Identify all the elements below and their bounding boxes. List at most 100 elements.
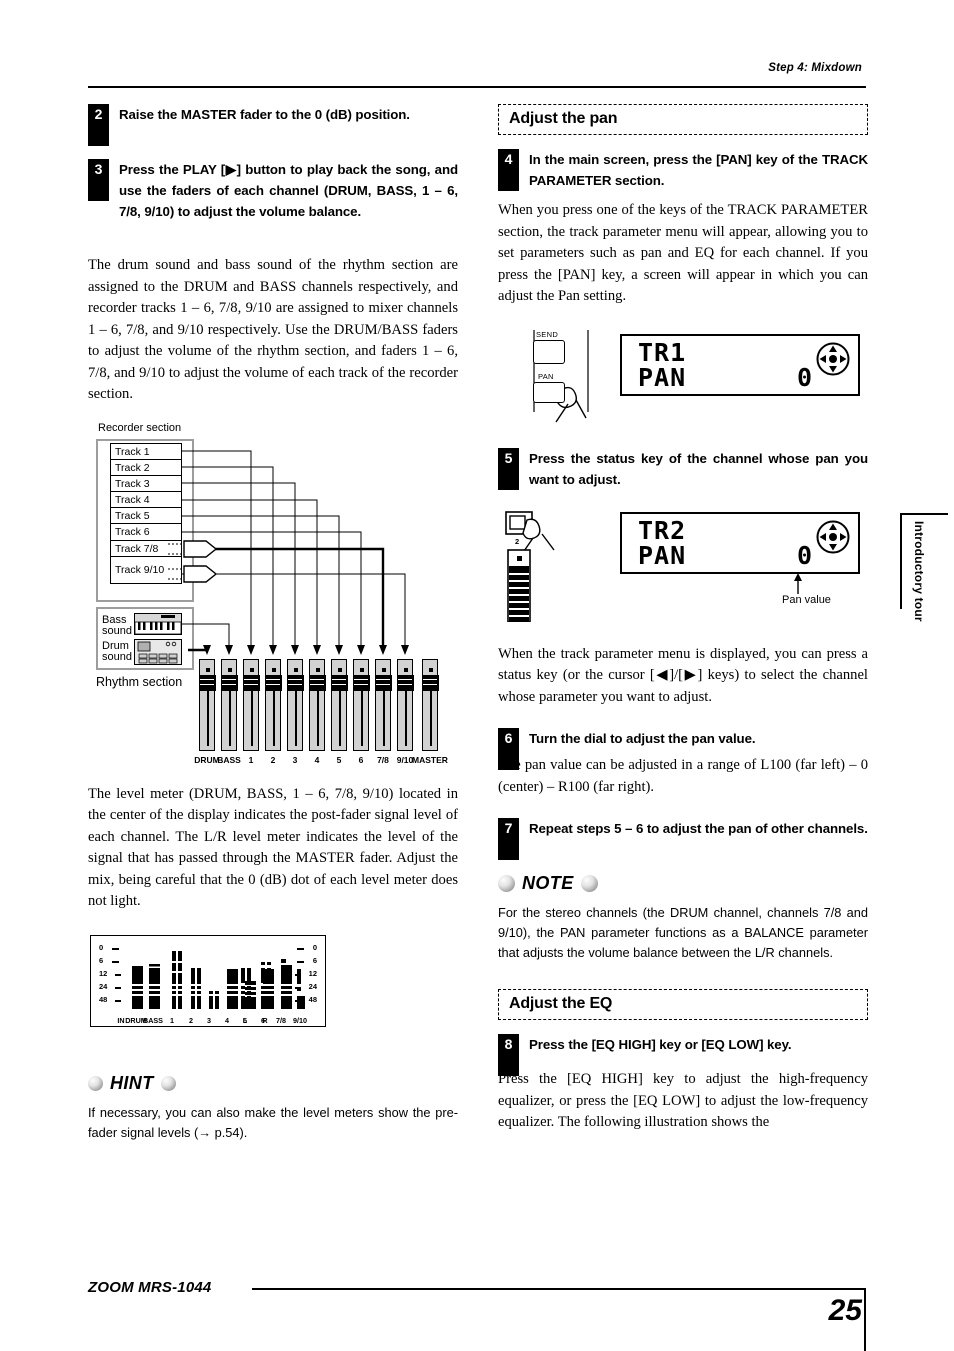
step-6-number: 6 bbox=[498, 728, 519, 770]
step-3: 3 Press the PLAY [▶] button to play back… bbox=[88, 159, 458, 222]
manual-page: Step 4: Mixdown 2 Raise the MASTER fader… bbox=[0, 0, 954, 1351]
left-column: 2 Raise the MASTER fader to the 0 (dB) p… bbox=[88, 104, 458, 1143]
pan-value-callout-label: Pan value bbox=[782, 593, 831, 606]
hint-badge: HINT bbox=[88, 1073, 458, 1094]
step-8-text: Press the [EQ HIGH] key or [EQ LOW] key. bbox=[529, 1037, 792, 1052]
side-tab-top-rule bbox=[900, 513, 948, 515]
footer-rule bbox=[252, 1288, 866, 1291]
step-4: 4 In the main screen, press the [PAN] ke… bbox=[498, 149, 868, 191]
note-ball-left-icon bbox=[498, 875, 515, 892]
pan-screen-illustration-2: 2 TR2 PAN 0 Pan value bbox=[498, 506, 868, 624]
step-7: 7 Repeat steps 5 – 6 to adjust the pan o… bbox=[498, 818, 868, 860]
meter-channel-label: 2 bbox=[189, 1015, 193, 1025]
keyboard-icon bbox=[134, 612, 182, 635]
hint-ball-left-icon bbox=[88, 1075, 103, 1091]
right-paragraph-3: The pan value can be adjusted in a range… bbox=[498, 757, 868, 795]
lcd-pan-value: 0 bbox=[796, 540, 812, 570]
step-6-text: Turn the dial to adjust the pan value. bbox=[529, 731, 756, 746]
step-3-text: Press the PLAY [▶] button to play back t… bbox=[119, 162, 458, 219]
step-7-number: 7 bbox=[498, 818, 519, 860]
lcd-screen-tr1: TR1 PAN 0 bbox=[620, 333, 860, 396]
side-tab-rule bbox=[900, 513, 902, 609]
pan-key-label: PAN bbox=[538, 371, 554, 381]
fader-drum[interactable] bbox=[199, 658, 216, 751]
meter-channel-label: 9/10 bbox=[293, 1015, 307, 1025]
hint-ball-right-icon bbox=[160, 1075, 176, 1091]
step-7-text: Repeat steps 5 – 6 to adjust the pan of … bbox=[529, 821, 868, 836]
note-badge: NOTE bbox=[498, 873, 868, 894]
section-adjust-the-eq: Adjust the EQ bbox=[498, 989, 868, 1020]
lcd-screen-tr2: TR2 PAN 0 bbox=[620, 511, 860, 574]
lcd-line1: TR1 bbox=[638, 337, 687, 367]
fader-2[interactable] bbox=[265, 658, 282, 751]
note-ball-right-icon bbox=[580, 875, 598, 892]
meter-channel-label: L bbox=[242, 1015, 248, 1025]
bass-sound-label: Bass sound bbox=[102, 613, 132, 637]
note-text: For the stereo channels (the DRUM channe… bbox=[498, 905, 868, 960]
signal-flow-diagram: Recorder section Track 1 Track 2 Track 3… bbox=[88, 422, 458, 782]
drum-machine-icon bbox=[134, 638, 182, 665]
status-key-channel-number: 2 bbox=[515, 536, 520, 546]
hint-text: If necessary, you can also make the leve… bbox=[88, 1104, 458, 1140]
send-key-label: SEND bbox=[536, 329, 559, 339]
lcd-line2: PAN bbox=[638, 362, 687, 392]
meter-channel-label: 4 bbox=[225, 1015, 229, 1025]
step-2: 2 Raise the MASTER fader to the 0 (dB) p… bbox=[88, 104, 458, 146]
step-2-text: Raise the MASTER fader to the 0 (dB) pos… bbox=[119, 107, 410, 122]
meter-channel-label: 3 bbox=[207, 1015, 211, 1025]
step-5-text: Press the status key of the channel whos… bbox=[529, 450, 868, 487]
cursor-pad-icon bbox=[816, 520, 850, 553]
right-paragraph-4: Press the [EQ HIGH] key to adjust the hi… bbox=[498, 1071, 868, 1130]
step-8-number: 8 bbox=[498, 1034, 519, 1076]
meter-channel-label: 7/8 bbox=[276, 1015, 286, 1025]
footer-brand: ZOOM MRS-1044 bbox=[88, 1279, 212, 1296]
step-5-number: 5 bbox=[498, 447, 519, 490]
section-adjust-the-pan: Adjust the pan bbox=[498, 104, 868, 135]
note-label: NOTE bbox=[522, 873, 574, 893]
step-4-text: In the main screen, press the [PAN] key … bbox=[529, 152, 868, 188]
step-8: 8 Press the [EQ HIGH] key or [EQ LOW] ke… bbox=[498, 1034, 868, 1076]
meter-channel-label: 1 bbox=[170, 1015, 174, 1025]
fader-7-8[interactable] bbox=[375, 658, 392, 751]
pan-value-callout-arrow bbox=[794, 572, 802, 594]
pan-key[interactable] bbox=[533, 381, 565, 403]
fader-1[interactable] bbox=[243, 658, 260, 751]
drum-sound-label: Drum sound bbox=[102, 639, 132, 663]
right-paragraph-1: When you press one of the keys of the TR… bbox=[498, 202, 868, 304]
running-head: Step 4: Mixdown bbox=[768, 62, 862, 74]
fader-master[interactable] bbox=[422, 658, 439, 751]
meter-bars-lr bbox=[97, 941, 321, 1025]
step-5: 5 Press the status key of the channel wh… bbox=[498, 447, 868, 490]
header-rule bbox=[88, 86, 866, 88]
pan-screen-illustration-1: SEND PAN TR1 PAN 0 bbox=[498, 328, 868, 432]
section-title: Adjust the EQ bbox=[509, 995, 613, 1012]
meter-channel-label: BASS bbox=[143, 1015, 163, 1025]
left-paragraph-2: The level meter (DRUM, BASS, 1 – 6, 7/8,… bbox=[88, 785, 458, 910]
step-6: 6 Turn the dial to adjust the pan value. bbox=[498, 728, 868, 770]
fader-5[interactable] bbox=[331, 658, 348, 751]
right-column: Adjust the pan 4 In the main screen, pre… bbox=[498, 104, 868, 1134]
rhythm-section-caption: Rhythm section bbox=[96, 674, 183, 689]
lcd-line2: PAN bbox=[638, 540, 687, 570]
send-key[interactable] bbox=[533, 339, 565, 364]
left-paragraph-1: The drum sound and bass sound of the rhy… bbox=[88, 257, 458, 402]
fader-4[interactable] bbox=[309, 658, 326, 751]
right-paragraph-2: When the track parameter menu is display… bbox=[498, 645, 868, 705]
fader-bass[interactable] bbox=[221, 658, 238, 751]
fader-3[interactable] bbox=[287, 658, 304, 751]
level-meter-display: 0 6 12 24 48 0 6 12 24 48 IN DRUM BASS 1… bbox=[90, 934, 326, 1027]
cursor-pad-icon bbox=[816, 342, 850, 375]
status-key-panel bbox=[505, 510, 555, 622]
hint-label: HINT bbox=[110, 1072, 154, 1093]
step-3-number: 3 bbox=[88, 159, 109, 201]
lcd-pan-value: 0 bbox=[796, 362, 812, 392]
step-4-number: 4 bbox=[498, 149, 519, 191]
fader-label: MASTER bbox=[412, 754, 448, 765]
fader-6[interactable] bbox=[353, 658, 370, 751]
fader-9-10[interactable] bbox=[397, 658, 414, 751]
step-2-number: 2 bbox=[88, 104, 109, 146]
side-tab-label: Introductory tour bbox=[912, 521, 926, 622]
footer-vertical-rule bbox=[864, 1288, 867, 1351]
side-tab: Introductory tour bbox=[892, 513, 948, 713]
lcd-line1: TR2 bbox=[638, 515, 687, 545]
